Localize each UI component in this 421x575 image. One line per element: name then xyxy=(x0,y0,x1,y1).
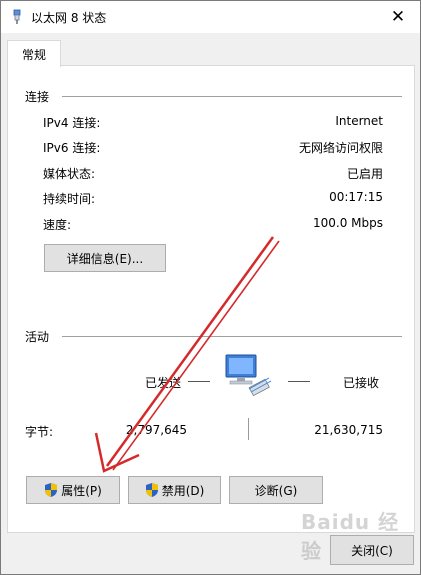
title-bar[interactable]: 以太网 8 状态 ✕ xyxy=(1,1,420,33)
activity-heading: 活动 xyxy=(25,330,50,344)
sent-label: 已发送 xyxy=(145,376,182,390)
ipv6-label: IPv6 连接: xyxy=(43,141,101,155)
network-adapter-icon xyxy=(13,9,21,24)
diagnose-button[interactable]: 诊断(G) xyxy=(229,476,323,504)
disable-button-label: 禁用(D) xyxy=(161,483,205,498)
tab-general[interactable]: 常规 xyxy=(7,40,61,67)
bytes-separator xyxy=(248,418,249,440)
general-panel: 连接 IPv4 连接: Internet IPv6 连接: 无网络访问权限 媒体… xyxy=(7,65,415,533)
network-computers-icon xyxy=(225,354,272,397)
ipv4-label: IPv4 连接: xyxy=(43,116,101,130)
details-button[interactable]: 详细信息(E)... xyxy=(44,244,166,272)
properties-button[interactable]: 属性(P) xyxy=(26,476,120,504)
sent-dash xyxy=(188,381,210,382)
bytes-received-value: 21,630,715 xyxy=(314,423,383,437)
media-state-value: 已启用 xyxy=(346,167,383,181)
bytes-sent-value: 2,797,645 xyxy=(125,423,187,437)
properties-button-label: 属性(P) xyxy=(61,483,102,498)
window-title: 以太网 8 状态 xyxy=(31,11,107,25)
duration-value: 00:17:15 xyxy=(329,190,383,204)
duration-label: 持续时间: xyxy=(43,192,96,206)
speed-value: 100.0 Mbps xyxy=(312,216,383,230)
uac-shield-icon xyxy=(45,483,58,497)
media-state-label: 媒体状态: xyxy=(43,167,96,181)
bytes-label: 字节: xyxy=(25,425,54,439)
watermark: Baidu 经验 xyxy=(301,510,400,563)
status-window: 以太网 8 状态 ✕ 常规 连接 IPv4 连接: Internet IPv6 … xyxy=(0,0,421,575)
disable-button[interactable]: 禁用(D) xyxy=(128,476,221,504)
activity-divider xyxy=(62,336,402,337)
close-window-icon[interactable]: ✕ xyxy=(376,1,420,33)
ipv6-value: 无网络访问权限 xyxy=(298,141,383,155)
speed-label: 速度: xyxy=(43,218,72,232)
connection-divider xyxy=(62,96,402,97)
ipv4-value: Internet xyxy=(335,114,383,128)
connection-heading: 连接 xyxy=(25,90,50,104)
received-dash xyxy=(288,381,310,382)
received-label: 已接收 xyxy=(343,376,380,390)
uac-shield-icon xyxy=(145,483,158,497)
